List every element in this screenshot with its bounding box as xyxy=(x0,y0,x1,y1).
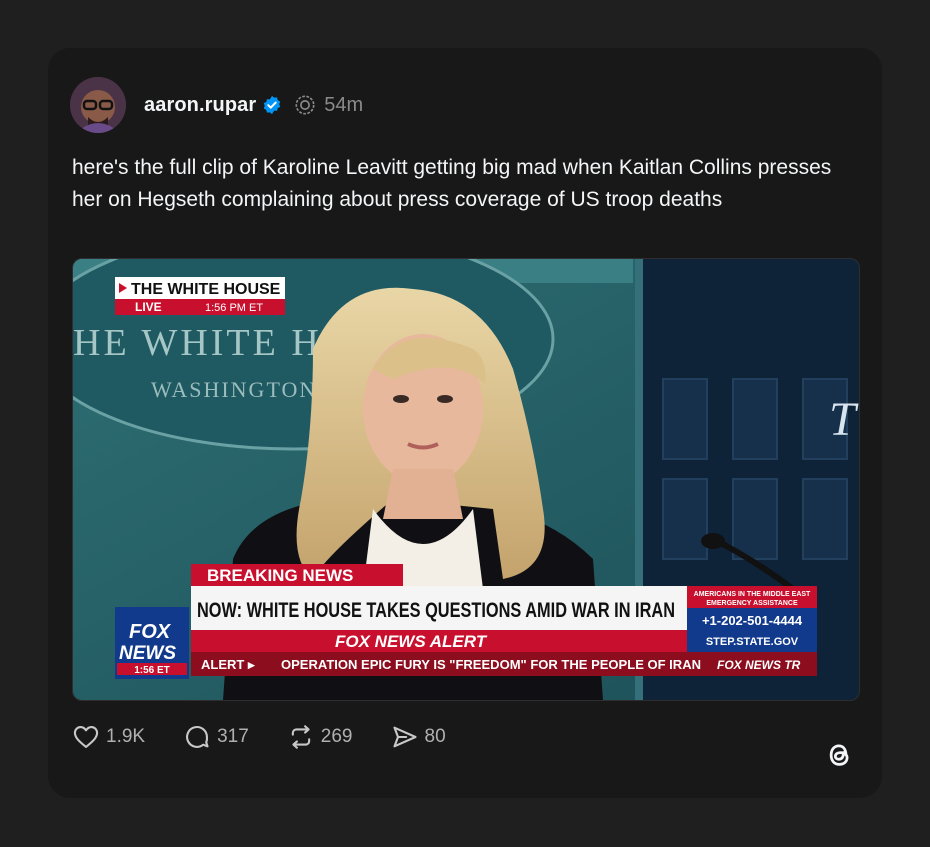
reply-button[interactable]: 317 xyxy=(183,723,249,751)
threads-logo-icon[interactable] xyxy=(822,738,856,772)
like-button[interactable]: 1.9K xyxy=(72,723,145,751)
ticker-tail: FOX NEWS TR xyxy=(717,658,801,672)
post-card: aaron.rupar 54m here's the full clip of … xyxy=(48,48,882,798)
logo-time: 1:56 ET xyxy=(134,665,170,676)
live-time: 1:56 PM ET xyxy=(205,302,263,314)
white-house-bug: THE WHITE HOUSE LIVE 1:56 PM ET xyxy=(115,277,285,315)
headline: NOW: WHITE HOUSE TAKES QUESTIONS AMID WA… xyxy=(197,599,675,622)
action-bar: 1.9K 317 269 80 xyxy=(72,722,484,752)
backdrop-letter: T xyxy=(829,393,859,446)
repost-icon xyxy=(291,725,311,749)
send-icon xyxy=(392,726,417,748)
ticker-text: OPERATION EPIC FURY IS "FREEDOM" FOR THE… xyxy=(281,657,701,672)
repost-button[interactable]: 269 xyxy=(287,723,353,751)
side-site: STEP.STATE.GOV xyxy=(706,636,799,648)
banner-title: THE WHITE HOUSE xyxy=(131,281,281,298)
verified-badge-icon xyxy=(264,95,281,115)
alert-label: FOX NEWS ALERT xyxy=(335,632,488,651)
side-line-1: AMERICANS IN THE MIDDLE EAST xyxy=(694,591,811,598)
share-button[interactable]: 80 xyxy=(391,723,446,751)
reply-count: 317 xyxy=(217,726,249,747)
side-line-2: EMERGENCY ASSISTANCE xyxy=(706,600,798,607)
post-time[interactable]: 54m xyxy=(324,94,363,117)
side-phone: +1-202-501-4444 xyxy=(702,613,803,628)
wall-text-2: WASHINGTON xyxy=(151,377,317,402)
comment-icon xyxy=(186,725,209,748)
logo-line-2: NEWS xyxy=(119,643,176,664)
alert-prefix: ALERT ▸ xyxy=(201,657,256,672)
share-count: 80 xyxy=(424,726,446,747)
breaking-label: BREAKING NEWS xyxy=(207,566,353,585)
like-count: 1.9K xyxy=(106,726,146,747)
heart-icon xyxy=(73,726,99,748)
post-header: aaron.rupar 54m xyxy=(70,76,363,134)
username[interactable]: aaron.rupar xyxy=(144,94,256,117)
video-player[interactable]: HE WHITE HO WASHINGTON T THE WHITE HOUSE… xyxy=(72,258,860,701)
repost-count: 269 xyxy=(320,726,353,747)
live-label: LIVE xyxy=(135,300,162,314)
threads-indicator-icon xyxy=(295,95,315,115)
post-text: here's the full clip of Karoline Leavitt… xyxy=(72,156,832,211)
logo-line-1: FOX xyxy=(129,621,172,643)
wall-text-1: HE WHITE HO xyxy=(73,322,352,364)
avatar[interactable] xyxy=(70,77,126,133)
